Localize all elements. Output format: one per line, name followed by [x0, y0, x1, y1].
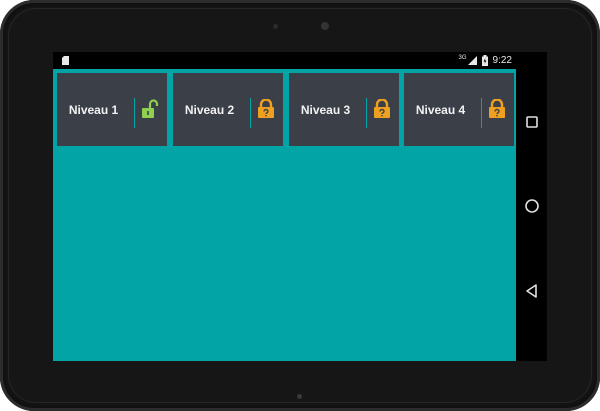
sensor-dot: [273, 24, 278, 29]
network-type: 3G: [458, 54, 467, 61]
status-time: 9:22: [492, 55, 512, 66]
back-button[interactable]: [522, 281, 542, 301]
recent-apps-button[interactable]: [522, 112, 542, 132]
level-tile-4[interactable]: Niveau 4: [404, 73, 514, 146]
status-icons: 3G 9:22: [459, 54, 512, 67]
tablet-device: 3G 9:22 Niveau 1 Niveau 2 Niveau 3 Nivea…: [0, 0, 600, 411]
padlock-icon: [374, 99, 390, 118]
sd-card-icon: [62, 56, 69, 65]
unlocked-padlock-icon: [142, 99, 159, 118]
tile-divider: [134, 98, 135, 128]
navigation-bar: [516, 69, 547, 361]
level-grid: Niveau 1 Niveau 2 Niveau 3 Niveau 4: [53, 69, 516, 361]
level-tile-2[interactable]: Niveau 2: [173, 73, 283, 146]
battery-icon: [481, 55, 488, 66]
signal-icon: [467, 56, 477, 65]
padlock-icon: [489, 99, 505, 118]
home-button[interactable]: [522, 196, 542, 216]
tile-divider: [366, 98, 367, 128]
tile-divider: [250, 98, 251, 128]
padlock-icon: [258, 99, 274, 118]
level-label: Niveau 4: [415, 102, 466, 117]
bottom-dot: [297, 394, 302, 399]
level-label: Niveau 1: [68, 102, 119, 117]
level-tile-3[interactable]: Niveau 3: [289, 73, 399, 146]
level-label: Niveau 3: [300, 102, 351, 117]
level-tile-1[interactable]: Niveau 1: [57, 73, 167, 146]
front-camera: [321, 22, 329, 30]
tile-divider: [481, 98, 482, 128]
screen: 3G 9:22 Niveau 1 Niveau 2 Niveau 3 Nivea…: [53, 52, 547, 361]
status-bar: 3G 9:22: [53, 52, 547, 69]
level-label: Niveau 2: [184, 102, 235, 117]
